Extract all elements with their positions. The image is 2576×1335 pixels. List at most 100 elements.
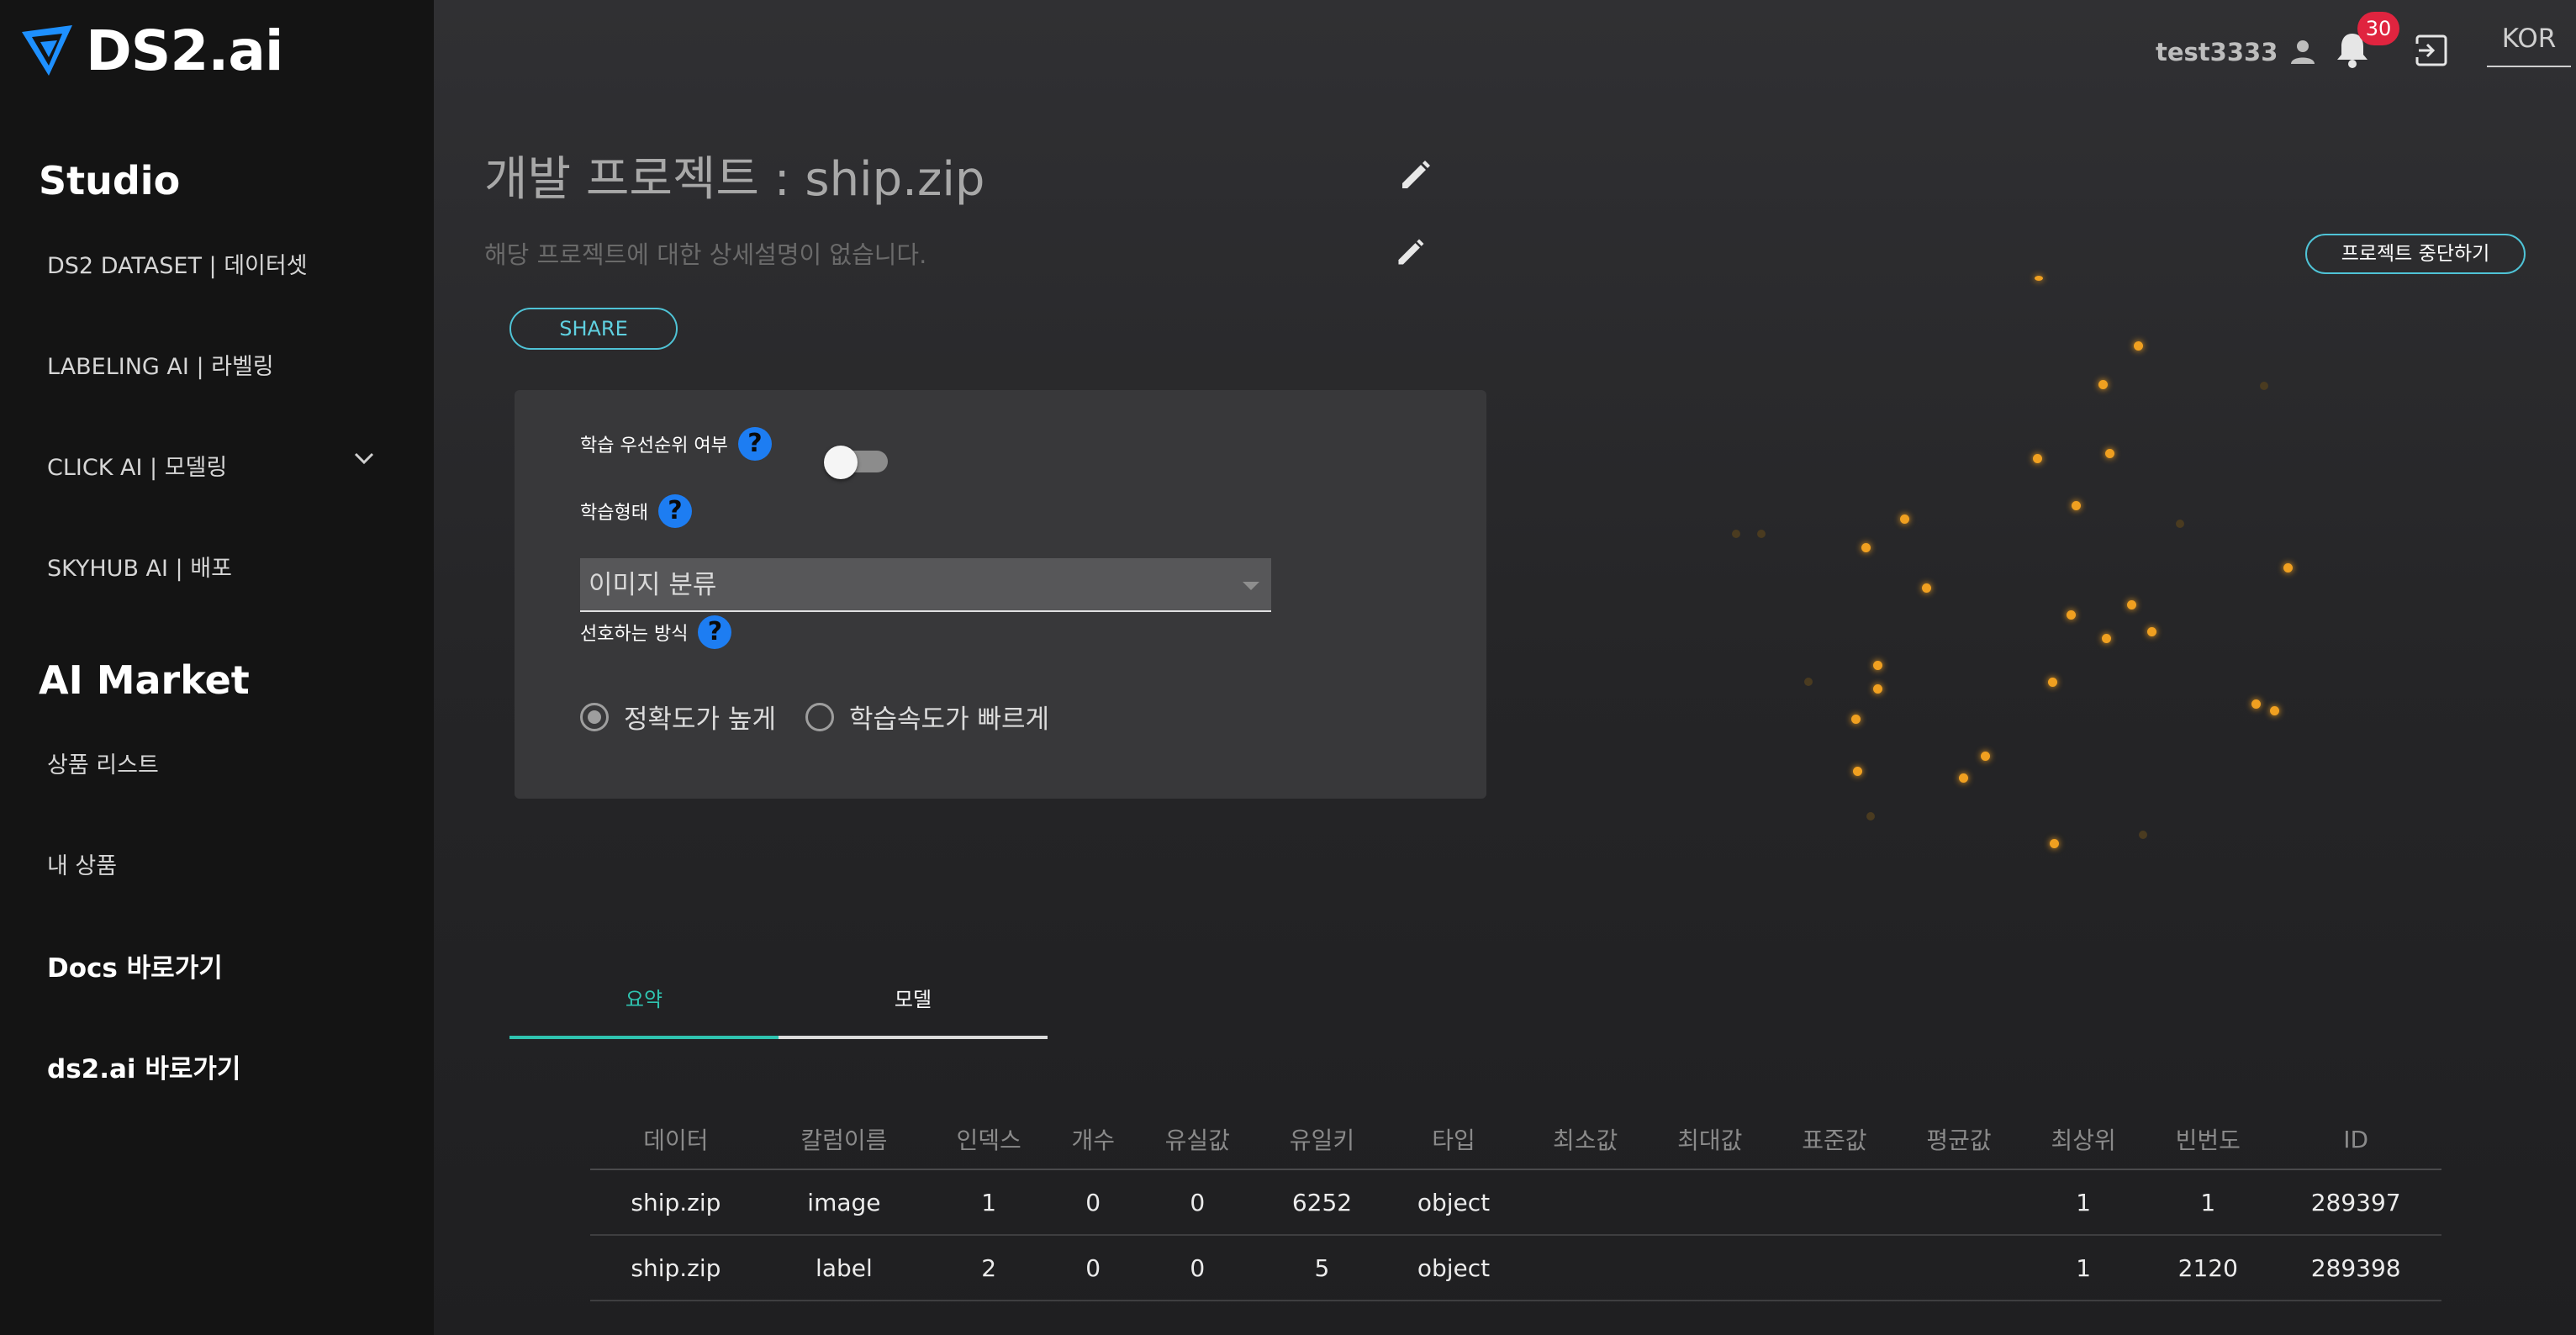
- studio-section-title: Studio: [39, 158, 181, 203]
- particle-animation: [1732, 276, 2388, 866]
- sidebar-item-product-list[interactable]: 상품 리스트: [47, 747, 159, 779]
- table-cell: 289398: [2270, 1235, 2441, 1301]
- table-cell: 1: [2146, 1169, 2271, 1236]
- sidebar-item-ds2-dataset[interactable]: DS2 DATASET | 데이터셋: [47, 247, 308, 280]
- chevron-down-icon[interactable]: [351, 446, 377, 471]
- particle-dot: [2251, 699, 2261, 709]
- edit-title-icon[interactable]: [1397, 156, 1434, 193]
- particle-dot: [2127, 600, 2136, 609]
- particle-dot: [2147, 627, 2156, 636]
- radio-accuracy-label: 정확도가 높게: [624, 704, 776, 735]
- particle-dot: [2050, 839, 2059, 848]
- column-header: 평균값: [1896, 1110, 2022, 1170]
- sidebar-item-labeling-ai[interactable]: LABELING AI | 라벨링: [47, 348, 274, 381]
- radio-speed[interactable]: 학습속도가 빠르게: [805, 698, 1049, 736]
- radio-speed-label: 학습속도가 빠르게: [849, 704, 1050, 735]
- column-header: 칼럼이름: [761, 1110, 927, 1170]
- share-button[interactable]: SHARE: [509, 308, 678, 350]
- user-menu[interactable]: test3333: [2156, 37, 2318, 67]
- particle-dot: [1922, 583, 1931, 593]
- table-cell: label: [761, 1235, 927, 1301]
- radio-accuracy[interactable]: 정확도가 높게: [580, 698, 776, 736]
- particle-dot: [2134, 341, 2143, 351]
- training-type-select[interactable]: 이미지 분류: [580, 558, 1271, 612]
- column-header: 최상위: [2021, 1110, 2146, 1170]
- help-icon[interactable]: ?: [737, 427, 772, 461]
- column-header: 타입: [1384, 1110, 1523, 1170]
- notification-badge: 30: [2357, 12, 2399, 45]
- table-cell: 2120: [2146, 1235, 2271, 1301]
- priority-label: 학습 우선순위 여부: [580, 435, 728, 456]
- sidebar-item-my-products[interactable]: 내 상품: [47, 847, 117, 880]
- sidebar-item-click-ai[interactable]: CLICK AI | 모델링: [47, 449, 227, 482]
- preference-label: 선호하는 방식: [580, 624, 689, 645]
- sidebar-item-skyhub-ai[interactable]: SKYHUB AI | 배포: [47, 550, 232, 583]
- tab-bar: 요약 모델: [509, 982, 1048, 1039]
- edit-description-icon[interactable]: [1394, 235, 1428, 269]
- priority-toggle[interactable]: [824, 446, 888, 479]
- training-type-label: 학습형태: [580, 503, 648, 524]
- table-cell: 1: [926, 1169, 1052, 1236]
- particle-dot: [1866, 812, 1875, 821]
- column-header: 인덱스: [926, 1110, 1052, 1170]
- particle-dot: [1804, 678, 1813, 686]
- column-header: 최대값: [1647, 1110, 1772, 1170]
- particle-dot: [2072, 501, 2081, 510]
- ai-market-section-title: AI Market: [39, 657, 250, 703]
- data-summary-table: 데이터 칼럼이름 인덱스 개수 유실값 유일키 타입 최소값 최대값 표준값 평…: [590, 1110, 2441, 1301]
- particle-dot: [1900, 514, 1909, 524]
- table-cell: 1: [2021, 1235, 2146, 1301]
- tab-model[interactable]: 모델: [779, 982, 1048, 1039]
- particle-dot: [2105, 449, 2114, 458]
- table-cell: [1523, 1235, 1648, 1301]
- docs-link[interactable]: Docs 바로가기: [47, 947, 223, 984]
- table-cell: 289397: [2270, 1169, 2441, 1236]
- particle-dot: [1959, 773, 1968, 783]
- column-header: ID: [2270, 1110, 2441, 1170]
- help-icon[interactable]: ?: [698, 615, 732, 649]
- particle-dot: [1981, 752, 1990, 761]
- column-header: 데이터: [590, 1110, 762, 1170]
- particle-dot: [2033, 454, 2042, 463]
- table-cell: 2: [926, 1235, 1052, 1301]
- brand-name: DS2.ai: [86, 18, 283, 83]
- table-cell: 0: [1135, 1169, 1260, 1236]
- ds2ai-link[interactable]: ds2.ai 바로가기: [47, 1047, 240, 1085]
- column-header: 빈번도: [2146, 1110, 2271, 1170]
- table-cell: object: [1384, 1169, 1523, 1236]
- column-header: 최소값: [1523, 1110, 1648, 1170]
- particle-dot: [2176, 520, 2184, 528]
- training-type-value: 이미지 분류: [589, 570, 717, 600]
- particle-dot: [2260, 382, 2268, 390]
- tab-summary[interactable]: 요약: [509, 982, 779, 1039]
- particle-dot: [1861, 543, 1871, 552]
- column-header: 표준값: [1771, 1110, 1897, 1170]
- training-type-label-row: 학습형태 ?: [580, 494, 692, 528]
- table-cell: [1771, 1169, 1897, 1236]
- table-cell: 0: [1051, 1169, 1136, 1236]
- particle-dot: [1873, 661, 1882, 670]
- particle-dot: [2139, 831, 2147, 839]
- logout-icon[interactable]: [2413, 32, 2450, 69]
- particle-dot: [2270, 706, 2279, 715]
- table-cell: 6252: [1259, 1169, 1385, 1236]
- column-header: 개수: [1051, 1110, 1136, 1170]
- table-cell: 1: [2021, 1169, 2146, 1236]
- stop-project-button[interactable]: 프로젝트 중단하기: [2305, 234, 2526, 274]
- particle-dot: [1732, 530, 1740, 538]
- column-header: 유일키: [1259, 1110, 1385, 1170]
- table-cell: ship.zip: [590, 1235, 762, 1301]
- user-icon: [2291, 40, 2315, 64]
- brand-logo[interactable]: DS2.ai: [20, 17, 283, 84]
- particle-dot: [1853, 767, 1862, 776]
- table-cell: 0: [1135, 1235, 1260, 1301]
- toggle-knob: [824, 446, 858, 479]
- help-icon[interactable]: ?: [657, 494, 692, 528]
- language-selector[interactable]: KOR: [2487, 24, 2571, 67]
- priority-label-row: 학습 우선순위 여부 ?: [580, 427, 772, 461]
- particle-dot: [2067, 610, 2076, 620]
- radio-selected-icon: [580, 702, 609, 731]
- particle-dot: [1757, 530, 1766, 538]
- table-cell: ship.zip: [590, 1169, 762, 1236]
- table-row: ship.zip image 1 0 0 6252 object 1 1 289…: [590, 1169, 2441, 1236]
